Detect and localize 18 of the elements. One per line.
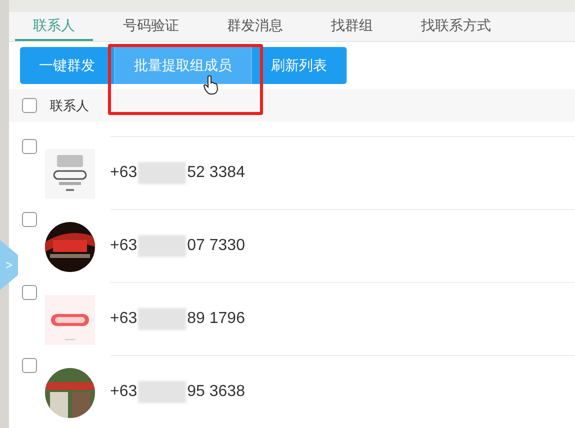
toolbar-button[interactable]: 一键群发 bbox=[20, 46, 115, 84]
phone-number: +63 95 3638 bbox=[110, 380, 245, 404]
tab[interactable]: 找联系方式 bbox=[403, 12, 509, 41]
tab[interactable]: 联系人 bbox=[15, 12, 93, 41]
phone-number: +63 89 1796 bbox=[110, 307, 245, 331]
checkbox[interactable] bbox=[22, 139, 37, 154]
checkbox[interactable] bbox=[22, 212, 37, 227]
toolbar-button[interactable]: 批量提取组成员 bbox=[115, 46, 252, 84]
tab[interactable]: 号码验证 bbox=[105, 12, 197, 41]
column-header: 联系人 bbox=[50, 96, 89, 115]
checkbox[interactable] bbox=[22, 358, 37, 373]
checkbox[interactable] bbox=[22, 285, 37, 300]
toolbar-button[interactable]: 刷新列表 bbox=[252, 46, 347, 84]
checkbox[interactable] bbox=[22, 98, 37, 113]
tab[interactable]: 找群组 bbox=[313, 12, 391, 41]
tab[interactable]: 群发消息 bbox=[209, 12, 301, 41]
phone-number: +63 07 7330 bbox=[110, 234, 245, 258]
phone-number: +63 52 3384 bbox=[110, 161, 245, 185]
